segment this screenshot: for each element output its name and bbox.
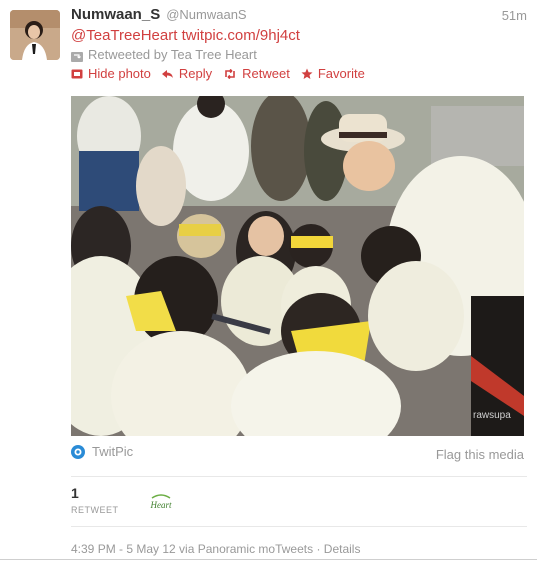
meta-separator: ·: [313, 542, 324, 556]
reply-label: Reply: [178, 66, 213, 81]
tweet-photo[interactable]: rawsupa: [71, 96, 524, 436]
tweet-header: Numwaan_S @NumwaanS 51m: [71, 6, 527, 23]
favorite-label: Favorite: [317, 66, 365, 81]
retweet-icon: [71, 50, 83, 62]
details-link[interactable]: Details: [324, 542, 361, 556]
media-provider[interactable]: TwitPic: [71, 444, 133, 459]
hide-photo-label: Hide photo: [88, 66, 151, 81]
hide-photo-button[interactable]: Hide photo: [71, 66, 151, 81]
bottom-border: [0, 559, 537, 560]
divider: [71, 526, 527, 527]
retweet-button[interactable]: Retweet: [223, 66, 290, 81]
retweeter-avatar[interactable]: Heart: [148, 490, 174, 514]
tweet-time[interactable]: 51m: [502, 8, 527, 23]
tweet-meta: 4:39 PM - 5 May 12 via Panoramic moTweet…: [71, 542, 360, 556]
tweet-timestamp[interactable]: 4:39 PM - 5 May 12 via Panoramic moTweet…: [71, 542, 313, 556]
retweeter-avatar-text: Heart: [150, 500, 172, 510]
retweet-stats[interactable]: 1 RETWEET: [71, 485, 119, 515]
divider: [71, 476, 527, 477]
favorite-button[interactable]: Favorite: [301, 66, 365, 81]
retweet-label: Retweet: [242, 66, 290, 81]
retweet-count-label: RETWEET: [71, 505, 119, 515]
reply-button[interactable]: Reply: [161, 66, 213, 81]
reply-icon: [161, 69, 174, 79]
retweet-action-icon: [223, 68, 237, 79]
author-username[interactable]: @NumwaanS: [166, 7, 246, 22]
author-fullname[interactable]: Numwaan_S: [71, 6, 160, 23]
photo-print-text: rawsupa: [473, 410, 511, 421]
photo-icon: [71, 69, 83, 79]
twitpic-icon: [71, 444, 85, 459]
retweet-count: 1: [71, 485, 79, 501]
mention-link[interactable]: @TeaTreeHeart: [71, 27, 177, 44]
flag-media-link[interactable]: Flag this media: [436, 447, 524, 462]
tweet-actions: Hide photo Reply Retweet Favorite: [71, 66, 376, 81]
star-icon: [301, 68, 313, 80]
tweet-text: @TeaTreeHeart twitpic.com/9hj4ct: [71, 27, 300, 44]
provider-name: TwitPic: [92, 444, 134, 459]
user-avatar[interactable]: [10, 10, 60, 60]
retweeted-by-label[interactable]: Retweeted by Tea Tree Heart: [88, 47, 257, 62]
twitpic-link[interactable]: twitpic.com/9hj4ct: [182, 27, 300, 44]
retweeted-by: Retweeted by Tea Tree Heart: [71, 47, 257, 62]
